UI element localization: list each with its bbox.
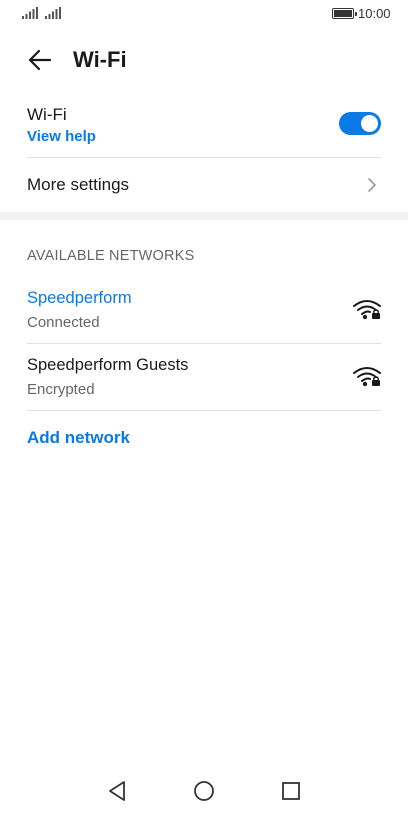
network-name: Speedperform [27, 289, 132, 307]
back-button[interactable] [22, 46, 58, 74]
section-separator [0, 212, 408, 220]
add-network-button[interactable]: Add network [27, 428, 130, 448]
divider [27, 410, 381, 411]
network-name: Speedperform Guests [27, 356, 189, 374]
wifi-toggle-row: Wi-Fi View help [0, 96, 408, 156]
available-networks-header: AVAILABLE NETWORKS [27, 248, 195, 264]
view-help-link[interactable]: View help [27, 128, 96, 145]
home-circle-icon[interactable] [193, 779, 215, 803]
signal-icon [22, 7, 38, 19]
network-item[interactable]: Speedperform Connected [0, 277, 408, 341]
more-settings-row[interactable]: More settings [0, 158, 408, 212]
battery-icon [332, 8, 357, 19]
back-arrow-icon [28, 49, 52, 71]
network-status: Connected [27, 314, 100, 331]
wifi-locked-icon [353, 367, 381, 387]
toggle-knob [361, 115, 378, 132]
status-time: 10:00 [358, 6, 391, 21]
status-bar: 10:00 [0, 0, 408, 28]
signal-icon [45, 7, 61, 19]
network-status: Encrypted [27, 381, 95, 398]
chevron-right-icon [368, 178, 376, 192]
app-header: Wi-Fi [0, 40, 408, 80]
network-item[interactable]: Speedperform Guests Encrypted [0, 344, 408, 408]
wifi-locked-icon [353, 300, 381, 320]
more-settings-label: More settings [27, 175, 130, 194]
system-nav-bar [0, 766, 408, 816]
page-title: Wi-Fi [73, 47, 127, 72]
wifi-label: Wi-Fi [27, 105, 67, 124]
recents-square-icon[interactable] [280, 779, 302, 803]
wifi-toggle-switch[interactable] [339, 112, 381, 135]
back-triangle-icon[interactable] [106, 779, 128, 803]
